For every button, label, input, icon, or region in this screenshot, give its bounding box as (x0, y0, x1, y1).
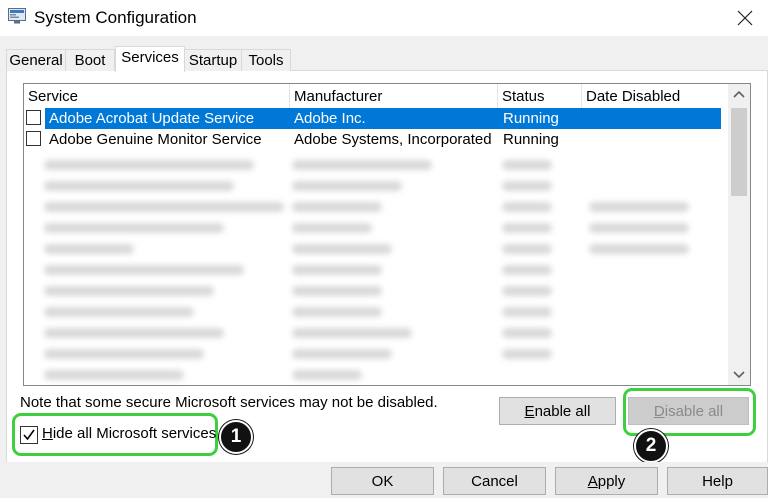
ok-button[interactable]: OK (331, 467, 434, 495)
scroll-up-button[interactable] (728, 84, 750, 106)
scrollbar-thumb[interactable] (731, 108, 747, 196)
tab-tools[interactable]: Tools (241, 49, 291, 71)
tab-general[interactable]: General (6, 49, 66, 71)
help-button[interactable]: Help (667, 467, 768, 495)
scroll-down-button[interactable] (728, 363, 750, 385)
service-checkbox[interactable] (26, 131, 41, 146)
note-text: Note that some secure Microsoft services… (20, 394, 438, 411)
cancel-button[interactable]: Cancel (443, 467, 546, 495)
service-manufacturer: Adobe Inc. (294, 110, 366, 127)
checkbox-box[interactable] (20, 426, 38, 444)
service-checkbox[interactable] (26, 110, 41, 125)
vertical-scrollbar[interactable] (728, 84, 750, 385)
title-bar: System Configuration (0, 0, 768, 36)
service-status: Running (503, 131, 559, 148)
chevron-up-icon (733, 90, 745, 98)
step-badge-2: 2 (634, 429, 668, 463)
column-header-date-disabled[interactable]: Date Disabled (582, 84, 724, 108)
tab-boot[interactable]: Boot (65, 49, 115, 71)
tab-services[interactable]: Services (115, 46, 185, 72)
step-badge-1: 1 (219, 420, 253, 454)
tab-startup[interactable]: Startup (184, 49, 242, 71)
window-title: System Configuration (34, 8, 197, 27)
service-name: Adobe Genuine Monitor Service (49, 131, 262, 148)
enable-all-button[interactable]: Enable all (499, 397, 616, 425)
service-manufacturer: Adobe Systems, Incorporated (294, 131, 492, 148)
close-icon (737, 10, 753, 26)
column-header-service[interactable]: Service (24, 84, 290, 108)
disable-all-button[interactable]: Disable all (628, 397, 749, 425)
hide-ms-label: Hide all Microsoft services (42, 425, 217, 442)
services-list[interactable]: Service Manufacturer Status Date Disable… (23, 83, 751, 386)
system-configuration-window: System Configuration General Boot Servic… (0, 0, 768, 498)
table-row[interactable]: Adobe Acrobat Update Service Adobe Inc. … (24, 108, 724, 129)
column-header-status[interactable]: Status (498, 84, 582, 108)
system-config-icon (8, 8, 26, 24)
checkmark-icon (23, 429, 35, 441)
apply-button[interactable]: Apply (555, 467, 658, 495)
service-name: Adobe Acrobat Update Service (49, 110, 255, 127)
chevron-down-icon (733, 371, 745, 379)
close-button[interactable] (722, 0, 768, 36)
list-header: Service Manufacturer Status Date Disable… (24, 84, 724, 108)
column-header-manufacturer[interactable]: Manufacturer (290, 84, 498, 108)
table-row[interactable]: Adobe Genuine Monitor Service Adobe Syst… (24, 129, 724, 150)
service-status: Running (503, 110, 559, 127)
